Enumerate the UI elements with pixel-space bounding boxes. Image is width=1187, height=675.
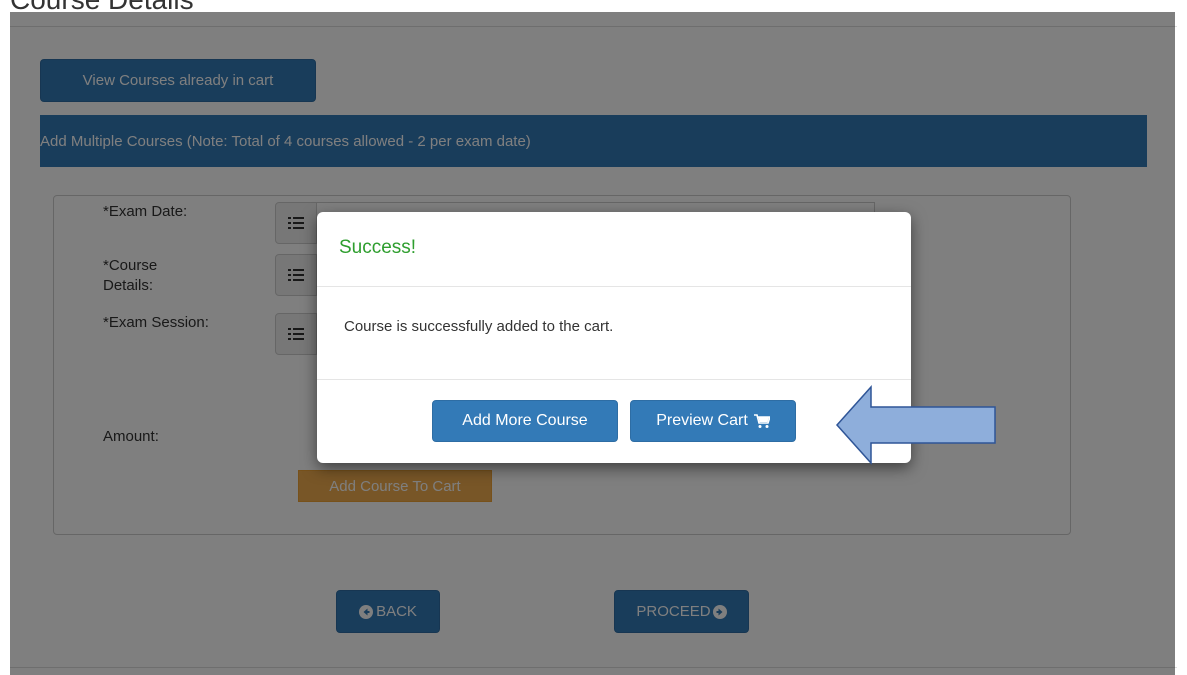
modal-footer-divider [317,379,911,380]
preview-cart-button[interactable]: Preview Cart [630,400,796,442]
preview-cart-label: Preview Cart [656,412,748,429]
success-modal: Success! Course is successfully added to… [317,212,911,463]
modal-header-divider [317,286,911,287]
modal-title: Success! [339,237,417,258]
modal-message: Course is successfully added to the cart… [344,318,614,335]
add-more-course-button[interactable]: Add More Course [432,400,618,442]
cart-icon [753,413,770,428]
arrow-left-icon [835,385,996,465]
